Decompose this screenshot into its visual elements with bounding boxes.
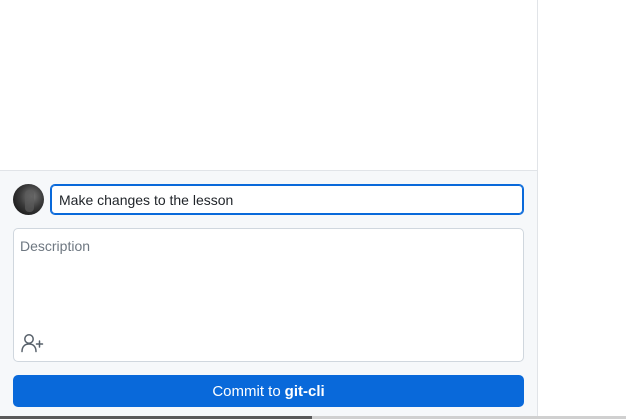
- commit-summary-input[interactable]: [50, 184, 524, 215]
- add-coauthor-button[interactable]: [19, 332, 45, 354]
- commit-message-panel: Commit to git-cli: [0, 170, 537, 419]
- avatar: [13, 184, 44, 215]
- person-add-icon: [21, 334, 44, 353]
- description-box: [13, 228, 524, 362]
- branch-name: git-cli: [284, 382, 325, 400]
- commit-button[interactable]: Commit to git-cli: [13, 375, 524, 407]
- diff-view: [538, 0, 626, 419]
- commit-description-input[interactable]: [14, 229, 523, 329]
- commit-button-label: Commit to: [212, 382, 281, 400]
- changes-view: Commit to git-cli: [0, 0, 537, 419]
